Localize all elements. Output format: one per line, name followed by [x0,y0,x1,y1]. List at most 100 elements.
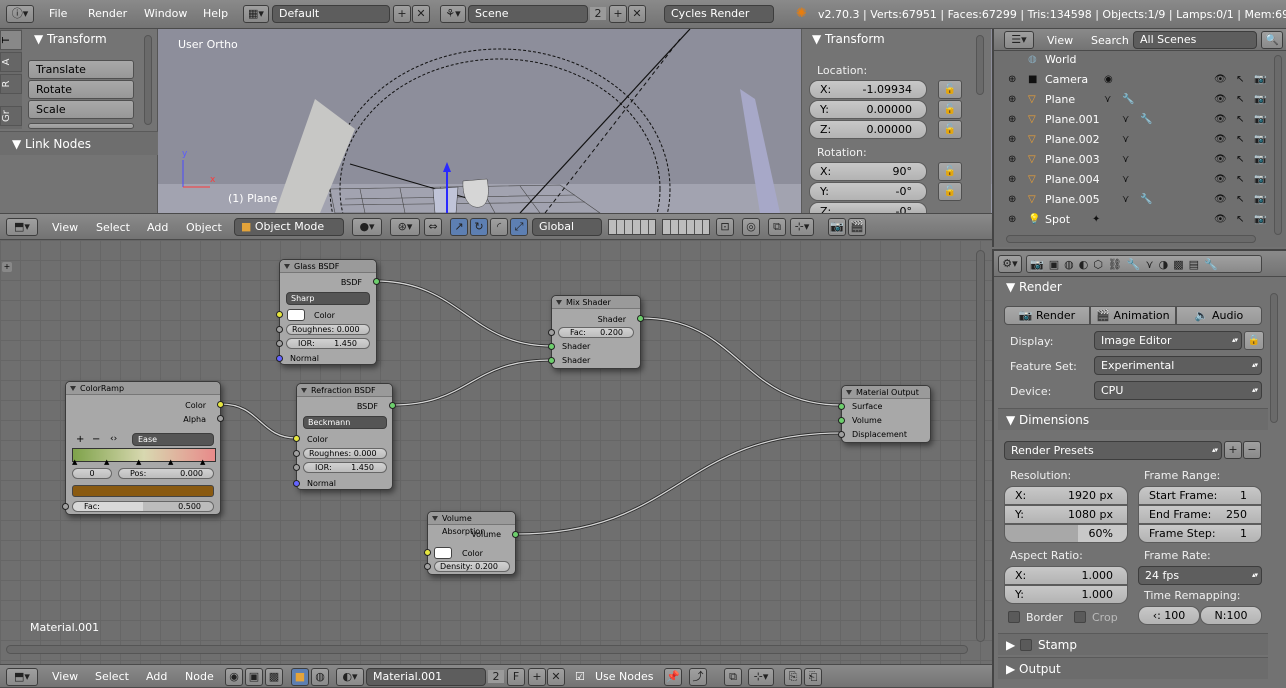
res-x-field[interactable]: X: 1920 px [1004,486,1128,505]
remove-layout-button[interactable]: ✕ [412,5,430,23]
shading-icon[interactable]: ●▾ [352,218,382,236]
menu-window[interactable]: Window [144,7,187,20]
render-presets-dropdown[interactable]: Render Presets [1004,441,1222,460]
shader-tree-icon[interactable]: ◉ [225,668,243,686]
outliner-row-spot[interactable]: ⊕ 💡 Spot ✦ 👁 ↖ 📷 [1004,210,1274,230]
new-material-button[interactable]: + [528,668,546,686]
eye-icon[interactable]: 👁 [1214,110,1227,130]
lock-location-z-icon[interactable]: 🔓 [938,120,962,139]
ramp-interp-dropdown[interactable]: Ease [132,433,214,446]
render-icon[interactable]: 📷 [1254,190,1266,210]
add-preset-button[interactable]: + [1224,441,1242,459]
render-engine-dropdown[interactable]: Cycles Render [664,5,774,23]
layers-grid-1[interactable] [608,219,656,235]
select-icon[interactable]: ↖ [1236,110,1244,130]
remove-scene-button[interactable]: ✕ [628,5,646,23]
expand-icon[interactable]: ⊕ [1008,130,1016,150]
vp-menu-add[interactable]: Add [147,221,168,234]
mix-in2-socket[interactable] [548,357,555,364]
node-mix-shader[interactable]: Mix Shader Shader Fac: 0.200 Shader Shade… [548,295,644,369]
render-icon[interactable]: 📷 [1254,90,1266,110]
compositor-tree-icon[interactable]: ▣ [245,668,263,686]
glass-header[interactable]: Glass BSDF [280,260,376,273]
expand-icon[interactable]: ⊕ [1008,190,1016,210]
add-layout-button[interactable]: + [393,5,411,23]
vol-color-swatch[interactable] [434,547,452,559]
ramp-add-button[interactable]: + [76,434,84,445]
glass-ior-socket[interactable] [276,340,283,347]
menu-file[interactable]: File [49,7,67,20]
proportional-edit-icon[interactable]: ◎ [742,218,760,236]
node-refraction-bsdf[interactable]: Refraction BSDF BSDF Beckmann Color Roug… [293,383,396,490]
glass-distribution-dropdown[interactable]: Sharp [286,292,370,305]
refr-rough-socket[interactable] [293,450,300,457]
scale-button[interactable]: Scale [28,100,134,119]
output-header[interactable]: Material Output [842,386,930,399]
crop-checkbox[interactable] [1074,611,1086,623]
ramp-pos-field[interactable]: Pos: 0.000 [118,468,214,479]
render-icon[interactable]: 📷 [1254,210,1266,230]
eye-icon[interactable]: 👁 [1214,70,1227,90]
properties-scrollbar[interactable] [1270,293,1278,423]
node-editor-plus-icon[interactable]: + [2,262,12,272]
mix-header[interactable]: Mix Shader [552,296,640,309]
editor-type-node-icon[interactable]: ⬒▾ [6,668,38,686]
glass-normal-socket[interactable] [276,355,283,362]
expand-icon[interactable]: ⊕ [1008,150,1016,170]
location-x-field[interactable]: X: -1.09934 [809,80,927,99]
select-icon[interactable]: ↖ [1236,150,1244,170]
eye-icon[interactable]: 👁 [1214,210,1227,230]
translate-manip-icon[interactable]: ↗ [450,218,468,236]
ramp-header[interactable]: ColorRamp [66,382,220,395]
res-y-field[interactable]: Y: 1080 px [1004,505,1128,524]
output-disp-socket[interactable] [838,431,845,438]
outliner-row-plane003[interactable]: ⊕ ▽ Plane.003 ⋎ 👁 ↖ 📷 [1004,150,1274,170]
mix-in1-socket[interactable] [548,343,555,350]
expand-icon[interactable]: ⊕ [1008,70,1016,90]
remap-new-field[interactable]: N:100 [1200,606,1262,625]
ne-menu-add[interactable]: Add [146,670,167,683]
object-shader-icon[interactable]: ■ [291,668,309,686]
layers-grid-2[interactable] [662,219,710,235]
animation-button[interactable]: 🎬 Animation [1090,306,1176,325]
glass-rough-socket[interactable] [276,326,283,333]
vol-color-socket[interactable] [424,549,431,556]
eye-icon[interactable]: 👁 [1214,170,1227,190]
frame-rate-dropdown[interactable]: 24 fps [1138,566,1262,585]
render-icon[interactable]: 📷 [1254,70,1266,90]
select-icon[interactable]: ↖ [1236,170,1244,190]
refr-color-socket[interactable] [293,435,300,442]
render-still-icon[interactable]: 📷 [828,218,846,236]
eye-icon[interactable]: 👁 [1214,130,1227,150]
expand-icon[interactable]: ⊕ [1008,170,1016,190]
ramp-flip-button[interactable]: ‹› [110,434,117,444]
location-z-field[interactable]: Z: 0.00000 [809,120,927,139]
outliner-row-plane[interactable]: ⊕ ▽ Plane ⋎ 🔧 👁 ↖ 📷 [1004,90,1274,110]
vp-menu-select[interactable]: Select [96,221,130,234]
refr-out-socket[interactable] [389,402,396,409]
pin-icon[interactable]: 📌 [664,668,682,686]
lock-location-x-icon[interactable]: 🔓 [938,80,962,99]
tab-grease[interactable]: Gr [0,106,22,126]
display-dropdown[interactable]: Image Editor [1094,331,1242,350]
fake-user-button[interactable]: F [507,668,525,686]
outliner-row-world[interactable]: ◍ World [1004,50,1274,70]
properties-editor-icon[interactable]: ⚙▾ [998,255,1022,273]
add-scene-button[interactable]: + [609,5,627,23]
outliner-hscroll[interactable] [1006,235,1256,243]
outliner-row-plane004[interactable]: ⊕ ▽ Plane.004 ⋎ 👁 ↖ 📷 [1004,170,1274,190]
unlink-material-button[interactable]: ✕ [547,668,565,686]
stamp-expand-icon[interactable]: ▶ [1006,638,1015,652]
stamp-checkbox[interactable] [1020,639,1032,651]
ramp-remove-button[interactable]: − [92,434,100,445]
outliner-row-plane005[interactable]: ⊕ ▽ Plane.005 ⋎ 🔧 👁 ↖ 📷 [1004,190,1274,210]
ramp-alpha-socket[interactable] [217,415,224,422]
ramp-stops[interactable]: ▲ ▲ ▲ ▲ ▲ [72,458,216,466]
rotate-button[interactable]: Rotate [28,80,134,99]
select-icon[interactable]: ↖ [1236,90,1244,110]
tab-relations[interactable]: R [0,74,22,94]
outliner-view-menu[interactable]: View [1047,34,1073,47]
eye-icon[interactable]: 👁 [1214,90,1227,110]
select-icon[interactable]: ↖ [1236,190,1244,210]
output-volume-socket[interactable] [838,417,845,424]
